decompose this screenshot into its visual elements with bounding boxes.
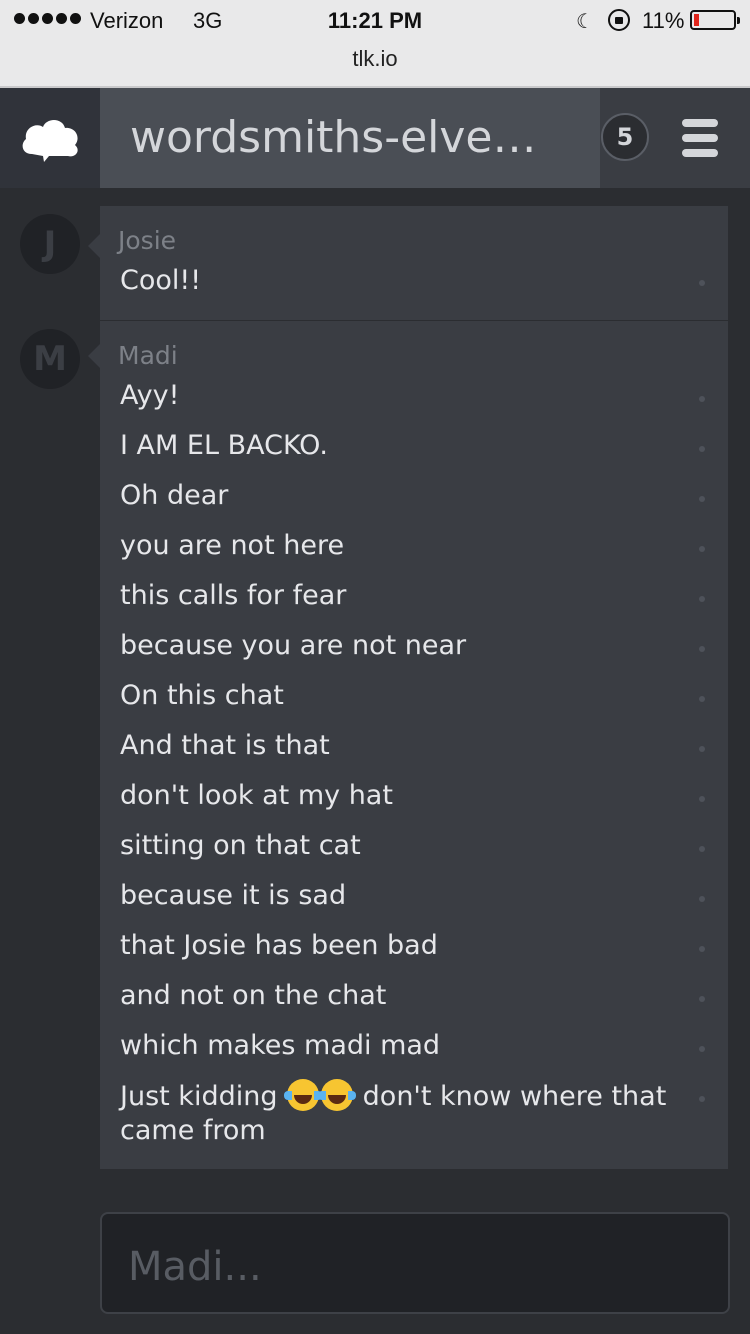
message-line: and not on the chat <box>120 980 387 1011</box>
message-line: which makes madi mad <box>120 1030 441 1061</box>
message-line: Oh dear <box>120 480 229 511</box>
message-input[interactable]: Madi... <box>100 1212 730 1314</box>
message-line: because it is sad <box>120 880 347 911</box>
message-line: sitting on that cat <box>120 830 361 861</box>
message-bubble: Madi Ayy! I AM EL BACKO. Oh dear you are… <box>100 321 728 1169</box>
message-status-dot[interactable] <box>699 746 705 752</box>
message-status-dot[interactable] <box>699 596 705 602</box>
message-status-dot[interactable] <box>699 696 705 702</box>
message-text: Just kidding <box>120 1081 278 1112</box>
message-line: because you are not near <box>120 630 467 661</box>
bubble-arrow <box>88 344 100 368</box>
message-line: this calls for fear <box>120 580 347 611</box>
message-line: Ayy! <box>120 380 180 411</box>
message-line: And that is that <box>120 730 330 761</box>
room-title-text: wordsmiths-elven-... <box>130 112 550 163</box>
user-count-badge[interactable]: 5 <box>601 113 649 161</box>
sender-name: Josie <box>118 226 177 255</box>
browser-chrome: Verizon 3G 11:21 PM ☾ 11% tlk.io <box>0 0 750 88</box>
face-with-tears-of-joy-icon <box>318 1079 357 1111</box>
message-status-dot[interactable] <box>699 446 705 452</box>
bubble-arrow <box>88 234 100 258</box>
avatar: J <box>20 214 80 274</box>
status-time: 11:21 PM <box>327 8 423 33</box>
message-status-dot[interactable] <box>699 396 705 402</box>
moon-icon: ☾ <box>576 11 594 33</box>
message-line: don't look at my hat <box>120 780 393 811</box>
room-title[interactable]: wordsmiths-elven-... <box>100 88 600 188</box>
battery-icon <box>690 10 740 30</box>
avatar: M <box>20 329 80 389</box>
message-status-dot[interactable] <box>699 896 705 902</box>
battery-percentage: 11% <box>642 8 685 33</box>
hamburger-icon[interactable] <box>682 119 718 157</box>
message-status-dot[interactable] <box>699 946 705 952</box>
message-bubble: Josie Cool!! <box>100 206 728 320</box>
cloud-icon <box>22 120 78 162</box>
face-with-tears-of-joy-icon <box>284 1079 323 1111</box>
message-line: On this chat <box>120 680 284 711</box>
address-bar[interactable]: tlk.io <box>0 46 750 72</box>
message-line: that Josie has been bad <box>120 930 438 961</box>
message-text: came from <box>120 1115 266 1146</box>
message-status-dot[interactable] <box>699 646 705 652</box>
logo-button[interactable] <box>0 88 100 188</box>
message-status-dot[interactable] <box>699 280 705 286</box>
sender-name: Madi <box>118 341 178 370</box>
status-bar: Verizon 3G 11:21 PM ☾ 11% <box>0 0 750 42</box>
message-line-with-emoji: Just kidding don't know where that came … <box>120 1079 680 1148</box>
message-status-dot[interactable] <box>699 846 705 852</box>
rotation-lock-icon <box>608 9 630 31</box>
message-status-dot[interactable] <box>699 1046 705 1052</box>
message-line: Cool!! <box>120 265 202 296</box>
message-status-dot[interactable] <box>699 796 705 802</box>
message-line: I AM EL BACKO. <box>120 430 328 461</box>
app-header: wordsmiths-elven-... 5 <box>0 88 750 188</box>
message-status-dot[interactable] <box>699 546 705 552</box>
message-status-dot[interactable] <box>699 996 705 1002</box>
message-status-dot[interactable] <box>699 1096 705 1102</box>
message-text: don't know where that <box>354 1081 667 1112</box>
message-line: you are not here <box>120 530 345 561</box>
message-status-dot[interactable] <box>699 496 705 502</box>
